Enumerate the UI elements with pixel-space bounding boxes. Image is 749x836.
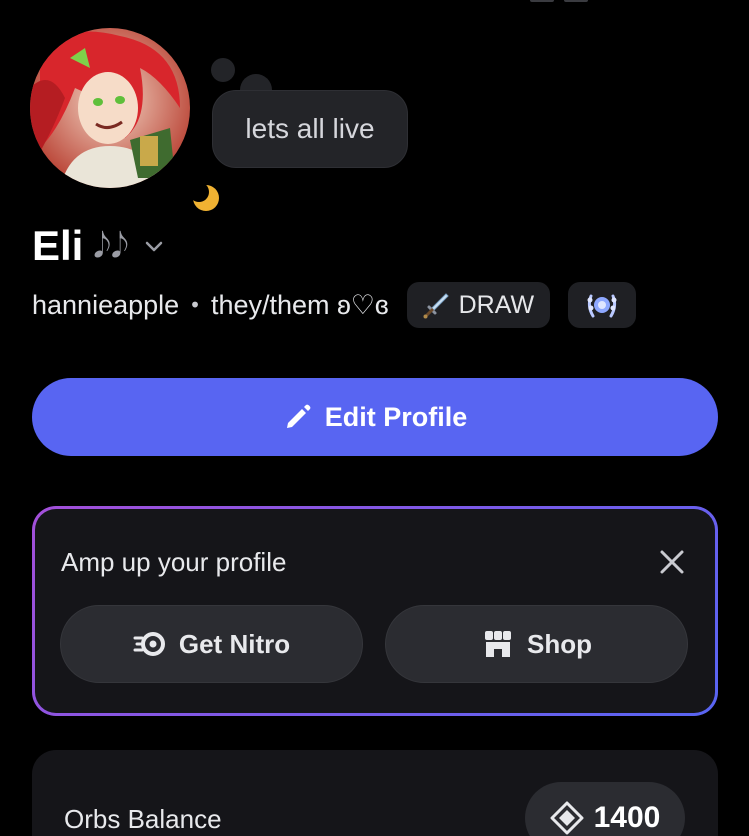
get-nitro-button[interactable]: Get Nitro	[60, 605, 363, 683]
user-meta-row: hannieapple • they/them ʚ♡ɞ DRAW	[32, 282, 637, 328]
close-icon[interactable]	[659, 549, 685, 575]
server-tag-badge[interactable]: DRAW	[406, 282, 551, 328]
get-nitro-label: Get Nitro	[178, 628, 291, 659]
chevron-down-icon[interactable]	[143, 235, 165, 257]
amp-card-body: Amp up your profile Get Nitro Shop	[35, 509, 715, 713]
profile-page: lets all live Eli 𝅘𝅥𝅮𝅘𝅥𝅮 hannieapple • t…	[0, 0, 749, 836]
custom-status-bubble[interactable]: lets all live	[212, 90, 408, 168]
music-notes-emoji: 𝅘𝅥𝅮𝅘𝅥𝅮	[93, 226, 129, 266]
orbs-balance-value: 1400	[593, 801, 661, 834]
avatar-image	[30, 28, 190, 188]
sword-icon	[423, 293, 449, 319]
separator-dot: •	[189, 293, 201, 317]
shop-icon	[485, 631, 511, 657]
nitro-icon	[133, 632, 165, 656]
edit-profile-label: Edit Profile	[324, 401, 468, 432]
orbs-balance-pill[interactable]: 1400	[525, 782, 685, 836]
bubble-dot-small	[211, 58, 235, 82]
custom-status-text: lets all live	[245, 113, 375, 144]
display-name-row[interactable]: Eli 𝅘𝅥𝅮𝅘𝅥𝅮	[32, 222, 165, 270]
pronouns: they/them ʚ♡ɞ	[210, 289, 389, 320]
shop-label: Shop	[527, 628, 592, 659]
display-name: Eli	[32, 222, 84, 269]
avatar-container[interactable]	[30, 28, 229, 221]
top-edge-marks	[530, 0, 588, 2]
laurel-icon	[587, 294, 617, 318]
moon-icon	[191, 183, 219, 211]
status-indicator	[183, 175, 229, 221]
amp-profile-card: Amp up your profile Get Nitro Shop	[32, 506, 718, 716]
avatar[interactable]	[30, 28, 190, 188]
server-tag-label: DRAW	[458, 290, 535, 319]
orbs-balance-label: Orbs Balance	[64, 804, 222, 834]
amp-card-title: Amp up your profile	[61, 547, 287, 577]
orbs-balance-card[interactable]: Orbs Balance 1400	[32, 750, 718, 836]
edit-profile-button[interactable]: Edit Profile	[32, 378, 718, 456]
profile-badge[interactable]	[568, 282, 637, 328]
username[interactable]: hannieapple	[32, 290, 179, 321]
shop-button[interactable]: Shop	[385, 605, 688, 683]
pencil-icon	[286, 404, 311, 428]
orb-icon	[550, 801, 584, 835]
